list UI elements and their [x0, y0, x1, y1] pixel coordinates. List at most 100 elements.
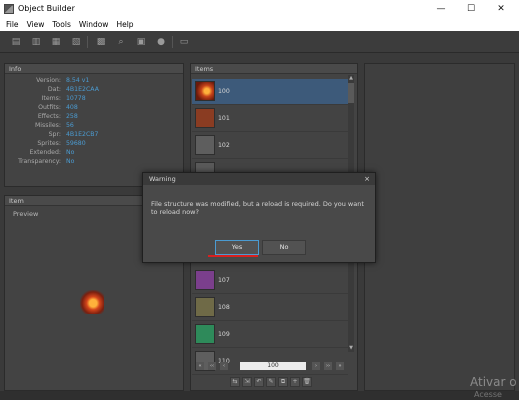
no-button[interactable]: No	[262, 240, 306, 255]
item-id: 100	[218, 88, 230, 95]
undo-icon[interactable]: ↶	[254, 377, 264, 387]
list-item[interactable]: 108	[192, 295, 348, 321]
dialog-close-icon[interactable]: ×	[364, 173, 370, 185]
info-value: No	[66, 158, 75, 165]
items-panel-header: Items	[191, 64, 357, 74]
item-thumbnail	[195, 81, 215, 101]
export-icon[interactable]: ⇲	[242, 377, 252, 387]
next-page-fast-icon[interactable]: ››	[324, 362, 332, 370]
info-value: 59680	[66, 140, 86, 147]
item-id: 107	[218, 277, 230, 284]
info-value: 8.54 v1	[66, 77, 90, 84]
list-item[interactable]: 109	[192, 322, 348, 348]
minimize-button[interactable]: —	[427, 0, 455, 17]
fit-icon[interactable]: ▣	[135, 36, 147, 48]
info-value: 4B1E2CB7	[66, 131, 99, 138]
log-icon[interactable]: ▭	[178, 36, 190, 48]
info-row-effects: Effects: 258	[5, 113, 205, 121]
info-row-outfits: Outfits: 408	[5, 104, 205, 112]
toolbar: ▤ ▥ ▦ ▧ ▩ ⌕ ▣ ● ▭	[0, 31, 519, 53]
item-thumbnail	[195, 108, 215, 128]
prev-page-fast-icon[interactable]: ‹‹	[208, 362, 216, 370]
info-value: 4B1E2CAA	[66, 86, 99, 93]
item-id: 108	[218, 304, 230, 311]
status-bar	[0, 391, 519, 400]
toolbar-separator	[172, 36, 173, 48]
warning-dialog: Warning × File structure was modified, b…	[142, 172, 376, 263]
replace-icon[interactable]: ⇆	[230, 377, 240, 387]
toolbar-separator	[87, 36, 88, 48]
info-value: 56	[66, 122, 74, 129]
info-row-items: Items: 10778	[5, 95, 205, 103]
item-id: 102	[218, 142, 230, 149]
item-preview-sprite	[80, 290, 104, 314]
menu-window[interactable]: Window	[79, 20, 109, 29]
menu-tools[interactable]: Tools	[52, 20, 70, 29]
info-row-spr: Spr: 4B1E2CB7	[5, 131, 205, 139]
info-row-sprites: Sprites: 59680	[5, 140, 205, 148]
next-page-icon[interactable]: ›	[312, 362, 320, 370]
info-value: 258	[66, 113, 78, 120]
right-panel	[364, 63, 515, 391]
info-panel: Info Version: 8.54 v1 Dat: 4B1E2CAA Items:…	[4, 63, 184, 187]
info-label: Outfits:	[38, 104, 61, 111]
dialog-title: Warning	[143, 173, 375, 185]
list-item[interactable]: 102	[192, 133, 348, 159]
list-item[interactable]: 100	[192, 79, 348, 105]
item-thumbnail	[195, 297, 215, 317]
info-value: 10778	[66, 95, 86, 102]
menu-help[interactable]: Help	[116, 20, 133, 29]
watermark-line1: Ativar o	[470, 375, 517, 389]
info-label: Version:	[36, 77, 61, 84]
items-pager: « ‹‹ ‹ 100 › ›› »	[192, 359, 358, 373]
info-row-transparency: Transparency: No	[5, 158, 205, 166]
edit-icon[interactable]: ✎	[266, 377, 276, 387]
open-folder-icon[interactable]: ▥	[30, 36, 42, 48]
close-button[interactable]: ✕	[487, 0, 515, 17]
list-item[interactable]: 101	[192, 106, 348, 132]
save-as-icon[interactable]: ▧	[70, 36, 82, 48]
maximize-button[interactable]: ☐	[457, 0, 485, 17]
info-value: 408	[66, 104, 78, 111]
last-page-icon[interactable]: »	[336, 362, 344, 370]
play-icon[interactable]: ●	[155, 36, 167, 48]
watermark-line2: Acesse Con	[474, 390, 502, 400]
item-id: 109	[218, 331, 230, 338]
dialog-message: File structure was modified, but a reloa…	[151, 200, 364, 216]
delete-icon[interactable]: 🗑	[302, 377, 312, 387]
info-label: Spr:	[48, 131, 61, 138]
save-icon[interactable]: ▦	[50, 36, 62, 48]
preview-label: Preview	[13, 210, 39, 218]
title-bar: Object Builder — ☐ ✕	[0, 0, 519, 17]
prev-page-icon[interactable]: ‹	[220, 362, 228, 370]
info-label: Sprites:	[37, 140, 61, 147]
item-thumbnail	[195, 270, 215, 290]
info-value: No	[66, 149, 75, 156]
scroll-up-icon[interactable]: ▲	[348, 75, 354, 82]
list-item[interactable]: 107	[192, 268, 348, 294]
menu-view[interactable]: View	[27, 20, 45, 29]
annotation-underline	[208, 255, 258, 257]
new-file-icon[interactable]: ▤	[10, 36, 22, 48]
page-input[interactable]: 100	[240, 362, 306, 370]
window-title: Object Builder	[18, 4, 75, 13]
yes-button[interactable]: Yes	[215, 240, 259, 255]
item-thumbnail	[195, 324, 215, 344]
info-panel-header: Info	[5, 64, 183, 74]
first-page-icon[interactable]: «	[196, 362, 204, 370]
item-thumbnail	[195, 135, 215, 155]
app-icon	[4, 3, 14, 14]
add-icon[interactable]: +	[290, 377, 300, 387]
menu-file[interactable]: File	[6, 20, 19, 29]
compile-icon[interactable]: ▩	[95, 36, 107, 48]
duplicate-icon[interactable]: ⧉	[278, 377, 288, 387]
info-label: Items:	[41, 95, 61, 102]
info-label: Effects:	[37, 113, 61, 120]
info-label: Missiles:	[34, 122, 61, 129]
info-row-extended: Extended: No	[5, 149, 205, 157]
scroll-thumb[interactable]	[348, 83, 354, 103]
menu-bar: File View Tools Window Help	[0, 17, 519, 31]
info-label: Extended:	[29, 149, 61, 156]
search-icon[interactable]: ⌕	[115, 36, 127, 48]
scroll-down-icon[interactable]: ▼	[348, 345, 354, 352]
